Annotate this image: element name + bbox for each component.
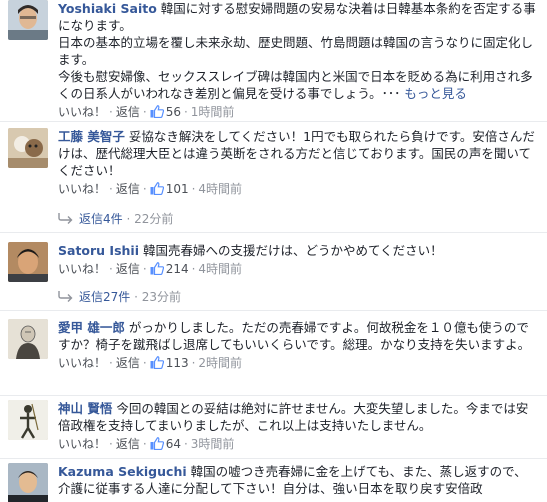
comment-text: Kazuma Sekiguchi 韓国の嘘つき売春婦に金を上げても、また、蒸し返す… bbox=[58, 463, 537, 497]
comment-timestamp[interactable]: 4時間前 bbox=[198, 262, 242, 276]
like-count[interactable]: 113 bbox=[166, 356, 189, 370]
like-button[interactable]: いいね！ bbox=[58, 182, 106, 196]
avatar[interactable] bbox=[8, 463, 48, 502]
divider bbox=[0, 310, 547, 311]
comment-paragraph: 日本の基本的立場を覆し未来永劫、歴史問題、竹島問題は韓国の言うなりに固定化します… bbox=[58, 35, 534, 67]
avatar[interactable] bbox=[8, 242, 48, 282]
replies-timestamp: 22分前 bbox=[134, 212, 174, 226]
like-count[interactable]: 56 bbox=[166, 105, 181, 119]
reply-button[interactable]: 返信 bbox=[116, 105, 140, 119]
comment-text: Satoru Ishii 韓国売春婦への支援だけは、どうかやめてください！ bbox=[58, 242, 537, 259]
comment-timestamp[interactable]: 4時間前 bbox=[198, 182, 242, 196]
comment-text: Yoshiaki Saito 韓国に対する慰安婦問題の安易な決着は日韓基本条約を否… bbox=[58, 0, 537, 102]
comment-timestamp[interactable]: 1時間前 bbox=[191, 105, 235, 119]
see-more-link[interactable]: もっと見る bbox=[404, 86, 467, 101]
thumbs-up-icon bbox=[150, 105, 164, 118]
comment-author[interactable]: Satoru Ishii bbox=[58, 243, 139, 258]
avatar[interactable] bbox=[8, 128, 48, 168]
comment-author[interactable]: Yoshiaki Saito bbox=[58, 1, 157, 16]
comment-author[interactable]: 神山 賢悟 bbox=[58, 401, 112, 416]
reply-button[interactable]: 返信 bbox=[116, 356, 140, 370]
comment-text: 工藤 美智子 妥協なき解決をしてください！1円でも取られたら負けです。安倍さんだけ… bbox=[58, 128, 537, 179]
comment-actions: いいね！ · 返信 · 64 · 3時間前 bbox=[58, 437, 235, 451]
like-button[interactable]: いいね！ bbox=[58, 105, 106, 119]
comment-timestamp[interactable]: 2時間前 bbox=[198, 356, 242, 370]
thumbs-up-icon bbox=[150, 437, 164, 450]
like-count[interactable]: 214 bbox=[166, 262, 189, 276]
avatar[interactable] bbox=[8, 319, 48, 359]
view-replies-row[interactable]: 返信27件 · 23分前 bbox=[58, 289, 181, 306]
reply-arrow-icon bbox=[58, 291, 73, 302]
reply-button[interactable]: 返信 bbox=[116, 182, 140, 196]
divider bbox=[0, 121, 547, 122]
comment-text: 神山 賢悟 今回の韓国との妥結は絶対に許せません。大変失望しました。今までは安倍政… bbox=[58, 400, 537, 434]
divider bbox=[0, 458, 547, 459]
view-replies-link[interactable]: 返信27件 bbox=[79, 290, 130, 304]
comment-text: 愛甲 雄一郎 がっかりしました。ただの売春婦ですよ。何故税金を１０億も使うのですか… bbox=[58, 319, 537, 353]
like-count[interactable]: 101 bbox=[166, 182, 189, 196]
comment-paragraph: 韓国売春婦への支援だけは、どうかやめてください！ bbox=[142, 243, 443, 258]
like-button[interactable]: いいね！ bbox=[58, 262, 106, 276]
like-button[interactable]: いいね！ bbox=[58, 437, 106, 451]
comment-actions: いいね！ · 返信 · 101 · 4時間前 bbox=[58, 182, 243, 196]
comment-paragraph: 妥協なき解決をしてください！1円でも取られたら負けです。安倍さんだけは、歴代総理… bbox=[58, 129, 535, 178]
avatar[interactable] bbox=[8, 0, 48, 40]
view-replies-link[interactable]: 返信4件 bbox=[79, 212, 123, 226]
thumbs-up-icon bbox=[150, 356, 164, 369]
comment-actions: いいね！ · 返信 · 56 · 1時間前 bbox=[58, 105, 235, 119]
comment-timestamp[interactable]: 3時間前 bbox=[191, 437, 235, 451]
reply-arrow-icon bbox=[58, 213, 73, 224]
divider bbox=[0, 395, 547, 396]
reply-button[interactable]: 返信 bbox=[116, 262, 140, 276]
view-replies-row[interactable]: 返信4件 · 22分前 bbox=[58, 211, 173, 228]
comment-author[interactable]: Kazuma Sekiguchi bbox=[58, 464, 187, 479]
comment-paragraph: 今回の韓国との妥結は絶対に許せません。大変失望しました。今までは安倍政権を支持し… bbox=[58, 401, 529, 433]
divider bbox=[0, 232, 547, 233]
reply-button[interactable]: 返信 bbox=[116, 437, 140, 451]
thumbs-up-icon bbox=[150, 182, 164, 195]
comment-feed: Yoshiaki Saito 韓国に対する慰安婦問題の安易な決着は日韓基本条約を否… bbox=[0, 0, 547, 502]
like-button[interactable]: いいね！ bbox=[58, 356, 106, 370]
thumbs-up-icon bbox=[150, 262, 164, 275]
replies-timestamp: 23分前 bbox=[141, 290, 182, 304]
comment-author[interactable]: 工藤 美智子 bbox=[58, 129, 125, 144]
like-count[interactable]: 64 bbox=[166, 437, 181, 451]
avatar[interactable] bbox=[8, 400, 48, 440]
comment-author[interactable]: 愛甲 雄一郎 bbox=[58, 320, 125, 335]
comment-actions: いいね！ · 返信 · 113 · 2時間前 bbox=[58, 356, 243, 370]
comment-paragraph: がっかりしました。ただの売春婦ですよ。何故税金を１０億も使うのですか？椅子を蹴飛… bbox=[58, 320, 531, 352]
comment-actions: いいね！ · 返信 · 214 · 4時間前 bbox=[58, 262, 243, 276]
